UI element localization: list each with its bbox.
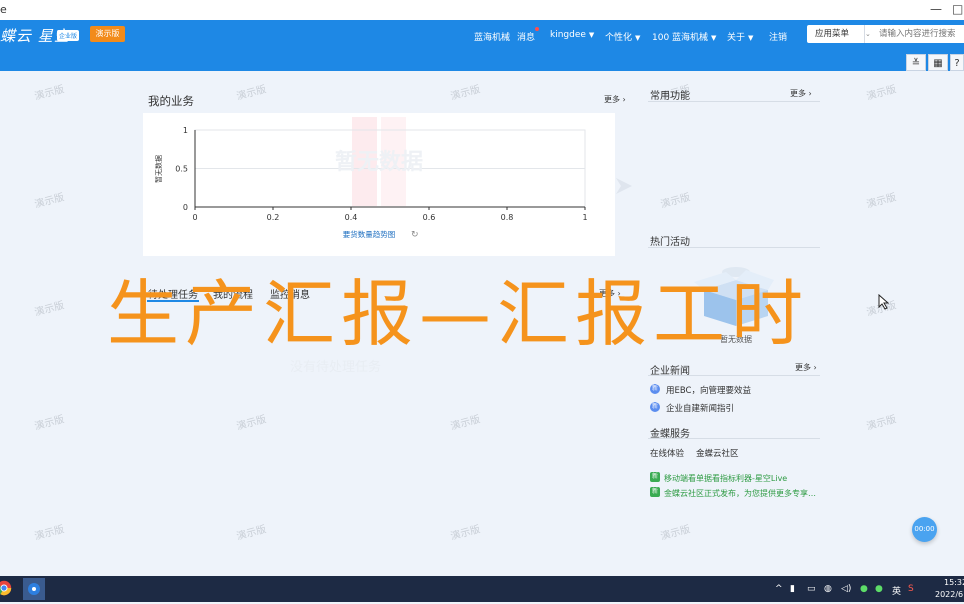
service-badge: 新 <box>650 487 660 497</box>
news-badge: 新 <box>650 384 660 394</box>
app-menu-button[interactable]: 应用菜单 <box>807 25 871 43</box>
chrome-icon[interactable] <box>0 579 14 597</box>
watermark: 演示版 <box>235 84 268 103</box>
windows-taskbar <box>0 576 964 602</box>
nav-about-label: 关于 <box>727 33 746 43</box>
nav-personalize-label: 个性化 <box>605 33 633 43</box>
watermark: 演示版 <box>449 524 482 543</box>
watermark: 演示版 <box>659 524 692 543</box>
sub-toolbar <box>0 49 964 71</box>
service-item-text: 金蝶云社区正式发布，为您提供更多专享… <box>664 489 816 498</box>
news-item-text: 用EBC，向管理要效益 <box>666 386 751 396</box>
nav-messages[interactable]: 消息 <box>517 30 535 43</box>
maximize-button[interactable]: □ <box>952 2 963 16</box>
chart-y-label: 暂无数据 <box>154 155 163 183</box>
network-icon[interactable]: ◍ <box>824 584 832 594</box>
divider <box>648 375 820 376</box>
demo-button[interactable]: 演示版 <box>90 26 125 42</box>
chevron-down-icon: ⌄ <box>865 30 871 38</box>
edition-badge: 企业版 <box>57 30 80 41</box>
nav-org[interactable]: 蓝海机械 <box>474 30 510 43</box>
hot-activities-title: 热门活动 <box>650 237 690 248</box>
message-badge-dot <box>535 27 539 31</box>
service-item-text: 移动端看单据看指标利器-星空Live <box>664 474 788 483</box>
watermark: 演示版 <box>33 84 66 103</box>
wechat-icon[interactable]: ● <box>860 584 868 594</box>
business-title: 我的业务 <box>148 94 194 108</box>
watermark: 演示版 <box>33 300 66 319</box>
wechat-icon[interactable]: ● <box>875 584 883 594</box>
tray-overflow-icon[interactable]: ^ <box>775 584 783 594</box>
battery-icon[interactable]: ▭ <box>807 584 816 594</box>
y-tick-label: 1 <box>183 126 188 135</box>
x-tick-label: 0.8 <box>501 213 514 222</box>
divider <box>648 438 820 439</box>
collapse-toggle-icon[interactable]: ≚ <box>906 54 926 71</box>
sogou-ime-icon[interactable]: S <box>908 584 914 594</box>
window-title-bar: e — □ <box>0 0 964 21</box>
video-overlay-caption: 生产汇报—汇报工时 <box>107 272 810 356</box>
caret-down-icon: ▼ <box>635 34 641 42</box>
nav-org-switch-label: 100 蓝海机械 <box>652 33 709 43</box>
pane-toggle-arrow-icon[interactable] <box>614 176 634 196</box>
nav-user-label: kingdee <box>550 30 586 40</box>
x-tick-label: 0.4 <box>345 213 358 222</box>
chart-empty-watermark: 暂无数据 <box>335 149 423 175</box>
caret-down-icon: ▼ <box>748 34 754 42</box>
online-trial-link[interactable]: 在线体验 <box>650 447 684 459</box>
mouse-cursor-icon <box>878 294 890 310</box>
business-more-link[interactable]: 更多 › <box>604 94 626 105</box>
chart-caption: 要货数量趋势图 <box>343 229 396 239</box>
watermark: 演示版 <box>235 414 268 433</box>
watermark: 演示版 <box>235 524 268 543</box>
caret-down-icon: ▼ <box>588 31 595 39</box>
news-badge: 新 <box>650 402 660 412</box>
mic-icon[interactable]: ▮ <box>790 584 795 594</box>
watermark: 演示版 <box>865 192 898 211</box>
watermark: 演示版 <box>659 192 692 211</box>
trend-chart: 0 0.5 1 0 0.2 0.4 0.6 0.8 1 暂无数据 暂无数据 要货数量趋势图 ↻ <box>154 117 588 240</box>
common-functions-more-link[interactable]: 更多 › <box>790 88 812 99</box>
refresh-icon[interactable]: ↻ <box>411 230 419 240</box>
window-title: e <box>0 3 7 16</box>
watermark: 演示版 <box>865 84 898 103</box>
kingdee-app-icon <box>28 583 40 595</box>
nav-logout[interactable]: 注销 <box>769 30 787 43</box>
x-tick-label: 0.2 <box>267 213 280 222</box>
x-tick-label: 1 <box>582 213 587 222</box>
nav-org-switch-menu[interactable]: 100 蓝海机械 ▼ <box>652 30 716 43</box>
taskbar-active-app[interactable] <box>23 578 45 600</box>
caret-down-icon: ▼ <box>711 34 717 42</box>
watermark: 演示版 <box>33 414 66 433</box>
common-functions-title: 常用功能 <box>650 91 690 102</box>
clock-time[interactable]: 15:32 <box>944 578 964 587</box>
divider <box>648 247 820 248</box>
recording-timer[interactable]: 00:00 <box>912 517 937 542</box>
company-news-more-link[interactable]: 更多 › <box>795 362 817 373</box>
nav-about-menu[interactable]: 关于 ▼ <box>727 30 753 43</box>
watermark: 演示版 <box>865 414 898 433</box>
y-tick-label: 0.5 <box>175 165 188 174</box>
watermark: 演示版 <box>449 414 482 433</box>
x-tick-label: 0.6 <box>423 213 436 222</box>
watermark: 演示版 <box>449 84 482 103</box>
news-item-text: 企业自建新闻指引 <box>666 404 735 414</box>
clock-date[interactable]: 2022/6 <box>935 590 963 599</box>
nav-personalize-menu[interactable]: 个性化 ▼ <box>605 30 640 43</box>
y-tick-label: 0 <box>183 203 188 212</box>
ime-indicator[interactable]: 英 <box>892 584 901 597</box>
divider <box>648 101 820 102</box>
service-badge: 新 <box>650 472 660 482</box>
grid-view-icon[interactable]: ▦ <box>928 54 948 71</box>
watermark: 演示版 <box>33 524 66 543</box>
help-icon[interactable]: ? <box>950 54 964 71</box>
minimize-button[interactable]: — <box>930 2 942 16</box>
search-input[interactable] <box>864 25 964 43</box>
nav-user-menu[interactable]: kingdee ▼ <box>550 30 594 40</box>
x-tick-label: 0 <box>192 213 197 222</box>
community-link[interactable]: 金蝶云社区 <box>696 447 739 459</box>
volume-icon[interactable]: ◁) <box>841 584 851 594</box>
watermark: 演示版 <box>33 192 66 211</box>
